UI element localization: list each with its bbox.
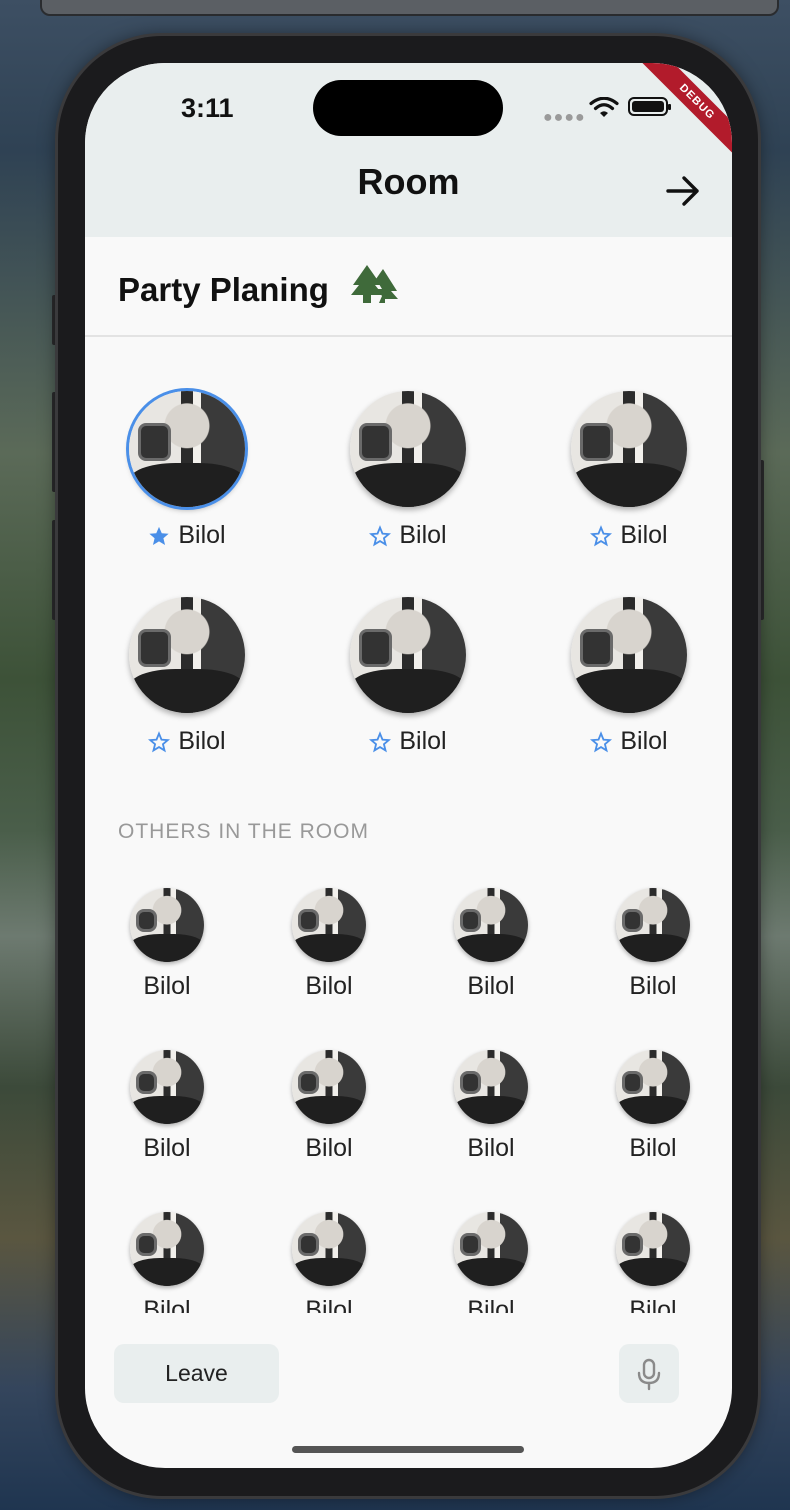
listener-tile[interactable]: Bilol: [593, 1050, 713, 1163]
avatar: [616, 1212, 690, 1286]
speaker-tile[interactable]: Bilol: [539, 391, 719, 550]
avatar: [292, 888, 366, 962]
listener-tile[interactable]: Bilol: [107, 888, 227, 1001]
page-title: Room: [357, 161, 460, 202]
speaker-tile[interactable]: Bilol: [318, 597, 498, 756]
microphone-icon: [637, 1358, 661, 1391]
avatar: [129, 391, 245, 507]
signal-icon: ●●●●: [543, 109, 586, 126]
listener-tile[interactable]: Bilol: [431, 1050, 551, 1163]
speaker-name: Bilol: [178, 521, 226, 549]
star-outline-icon: [590, 524, 613, 546]
listener-name: Bilol: [629, 1134, 677, 1162]
listener-tile[interactable]: Bilol: [107, 1050, 227, 1163]
listener-tile[interactable]: Bilol: [269, 888, 389, 1001]
leave-button[interactable]: Leave: [114, 1344, 279, 1403]
speaker-tile[interactable]: Bilol: [97, 391, 277, 550]
avatar: [292, 1050, 366, 1124]
listener-name: Bilol: [143, 972, 191, 1000]
speaker-name: Bilol: [399, 727, 447, 755]
listener-tile[interactable]: Bilol: [431, 888, 551, 1001]
avatar: [130, 1050, 204, 1124]
phone-screen: 3:11 ●●●● DEBUG Room Party Planing Bilol: [85, 63, 732, 1468]
mic-button[interactable]: [619, 1344, 679, 1403]
star-outline-icon: [369, 524, 392, 546]
status-time: 3:11: [181, 93, 234, 123]
power-button: [758, 460, 764, 620]
listener-tile[interactable]: Bilol: [269, 1212, 389, 1313]
avatar: [571, 391, 687, 507]
speaker-tile[interactable]: Bilol: [97, 597, 277, 756]
listener-name: Bilol: [629, 1296, 677, 1313]
listener-name: Bilol: [305, 1296, 353, 1313]
wifi-icon: [589, 97, 619, 117]
listener-name: Bilol: [305, 1134, 353, 1162]
star-outline-icon: [369, 730, 392, 752]
listener-tile[interactable]: Bilol: [593, 888, 713, 1001]
speaker-tile[interactable]: Bilol: [318, 391, 498, 550]
speaker-tile[interactable]: Bilol: [539, 597, 719, 756]
avatar: [571, 597, 687, 713]
listener-name: Bilol: [467, 972, 515, 1000]
listener-tile[interactable]: Bilol: [431, 1212, 551, 1313]
avatar: [130, 1212, 204, 1286]
listener-name: Bilol: [467, 1296, 515, 1313]
listener-tile[interactable]: Bilol: [107, 1212, 227, 1313]
avatar: [454, 1212, 528, 1286]
arrow-right-icon[interactable]: [665, 173, 701, 209]
avatar: [350, 597, 466, 713]
avatar: [129, 597, 245, 713]
room-name: Party Planing: [118, 271, 329, 308]
dynamic-island: [313, 80, 503, 136]
star-filled-icon: [149, 526, 169, 545]
home-indicator[interactable]: [292, 1446, 524, 1453]
avatar: [454, 888, 528, 962]
battery-icon: [628, 97, 671, 116]
speaker-name: Bilol: [620, 521, 668, 549]
listener-name: Bilol: [629, 972, 677, 1000]
desktop-window-bar: [40, 0, 779, 16]
avatar: [616, 888, 690, 962]
listener-name: Bilol: [143, 1134, 191, 1162]
avatar: [616, 1050, 690, 1124]
avatar: [454, 1050, 528, 1124]
star-outline-icon: [148, 730, 171, 752]
listener-tile[interactable]: Bilol: [593, 1212, 713, 1313]
app-bar: 3:11 ●●●● DEBUG Room: [85, 63, 732, 237]
avatar: [130, 888, 204, 962]
speaker-name: Bilol: [399, 521, 447, 549]
listener-name: Bilol: [305, 972, 353, 1000]
tree-icon: [351, 265, 398, 303]
star-outline-icon: [590, 730, 613, 752]
room-header: Party Planing: [85, 237, 732, 337]
listener-name: Bilol: [143, 1296, 191, 1313]
avatar: [292, 1212, 366, 1286]
others-section-label: OTHERS IN THE ROOM: [118, 820, 369, 843]
listener-name: Bilol: [467, 1134, 515, 1162]
speaker-name: Bilol: [620, 727, 668, 755]
speaker-name: Bilol: [178, 727, 226, 755]
listener-tile[interactable]: Bilol: [269, 1050, 389, 1163]
listeners-grid: Bilol Bilol Bilol Bilol Bilol Bilol Bilo…: [85, 863, 732, 1313]
avatar: [350, 391, 466, 507]
